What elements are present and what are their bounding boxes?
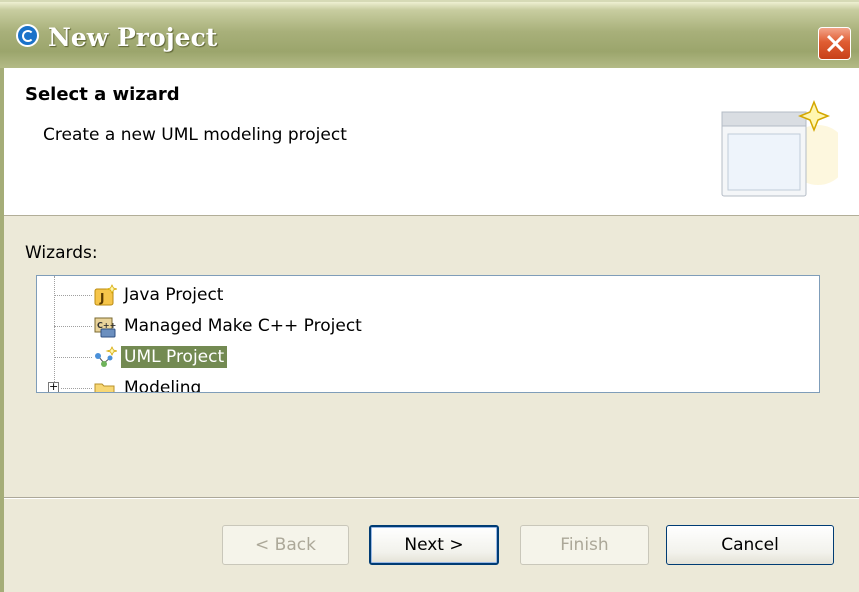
tree-item-label-selected: UML Project	[121, 346, 228, 368]
folder-icon	[94, 383, 115, 392]
tree-item-label: Managed Make C++ Project	[124, 316, 362, 336]
tree-item-modeling[interactable]: + Modeling	[37, 373, 819, 393]
tree-item-label: Modeling	[124, 378, 202, 393]
window-title: New Project	[48, 23, 218, 52]
tree-item-cpp-project[interactable]: C++ Managed Make C++ Project	[37, 311, 819, 342]
button-bar-separator	[4, 497, 859, 499]
cancel-button[interactable]: Cancel	[666, 525, 834, 565]
title-bar[interactable]: New Project	[0, 0, 859, 68]
cpp-project-icon: C++	[94, 317, 116, 338]
tree-item-java-project[interactable]: J Java Project	[37, 280, 819, 311]
back-button[interactable]: < Back	[222, 525, 349, 565]
page-title: Select a wizard	[25, 84, 180, 105]
java-project-icon: J	[94, 284, 117, 306]
svg-text:J: J	[99, 291, 104, 305]
new-wizard-banner-icon	[721, 100, 838, 197]
tree-connector	[54, 295, 92, 296]
wizards-tree[interactable]: J Java Project C++ Managed Make C++ Proj…	[36, 275, 820, 393]
expand-icon[interactable]: +	[48, 381, 59, 392]
wizards-label: Wizards:	[25, 243, 98, 263]
finish-button[interactable]: Finish	[520, 525, 649, 565]
page-description: Create a new UML modeling project	[43, 125, 347, 145]
tree-item-label: Java Project	[124, 285, 224, 305]
new-project-dialog: New Project Select a wizard Create a new…	[0, 0, 859, 592]
tree-connector	[54, 357, 92, 358]
close-icon[interactable]	[818, 27, 851, 60]
tree-item-uml-project[interactable]: UML Project	[37, 342, 819, 373]
tree-connector	[54, 326, 92, 327]
uml-project-icon	[95, 346, 117, 367]
tree-connector	[61, 388, 92, 389]
eclipse-app-icon	[16, 24, 39, 47]
next-button[interactable]: Next >	[369, 525, 499, 565]
